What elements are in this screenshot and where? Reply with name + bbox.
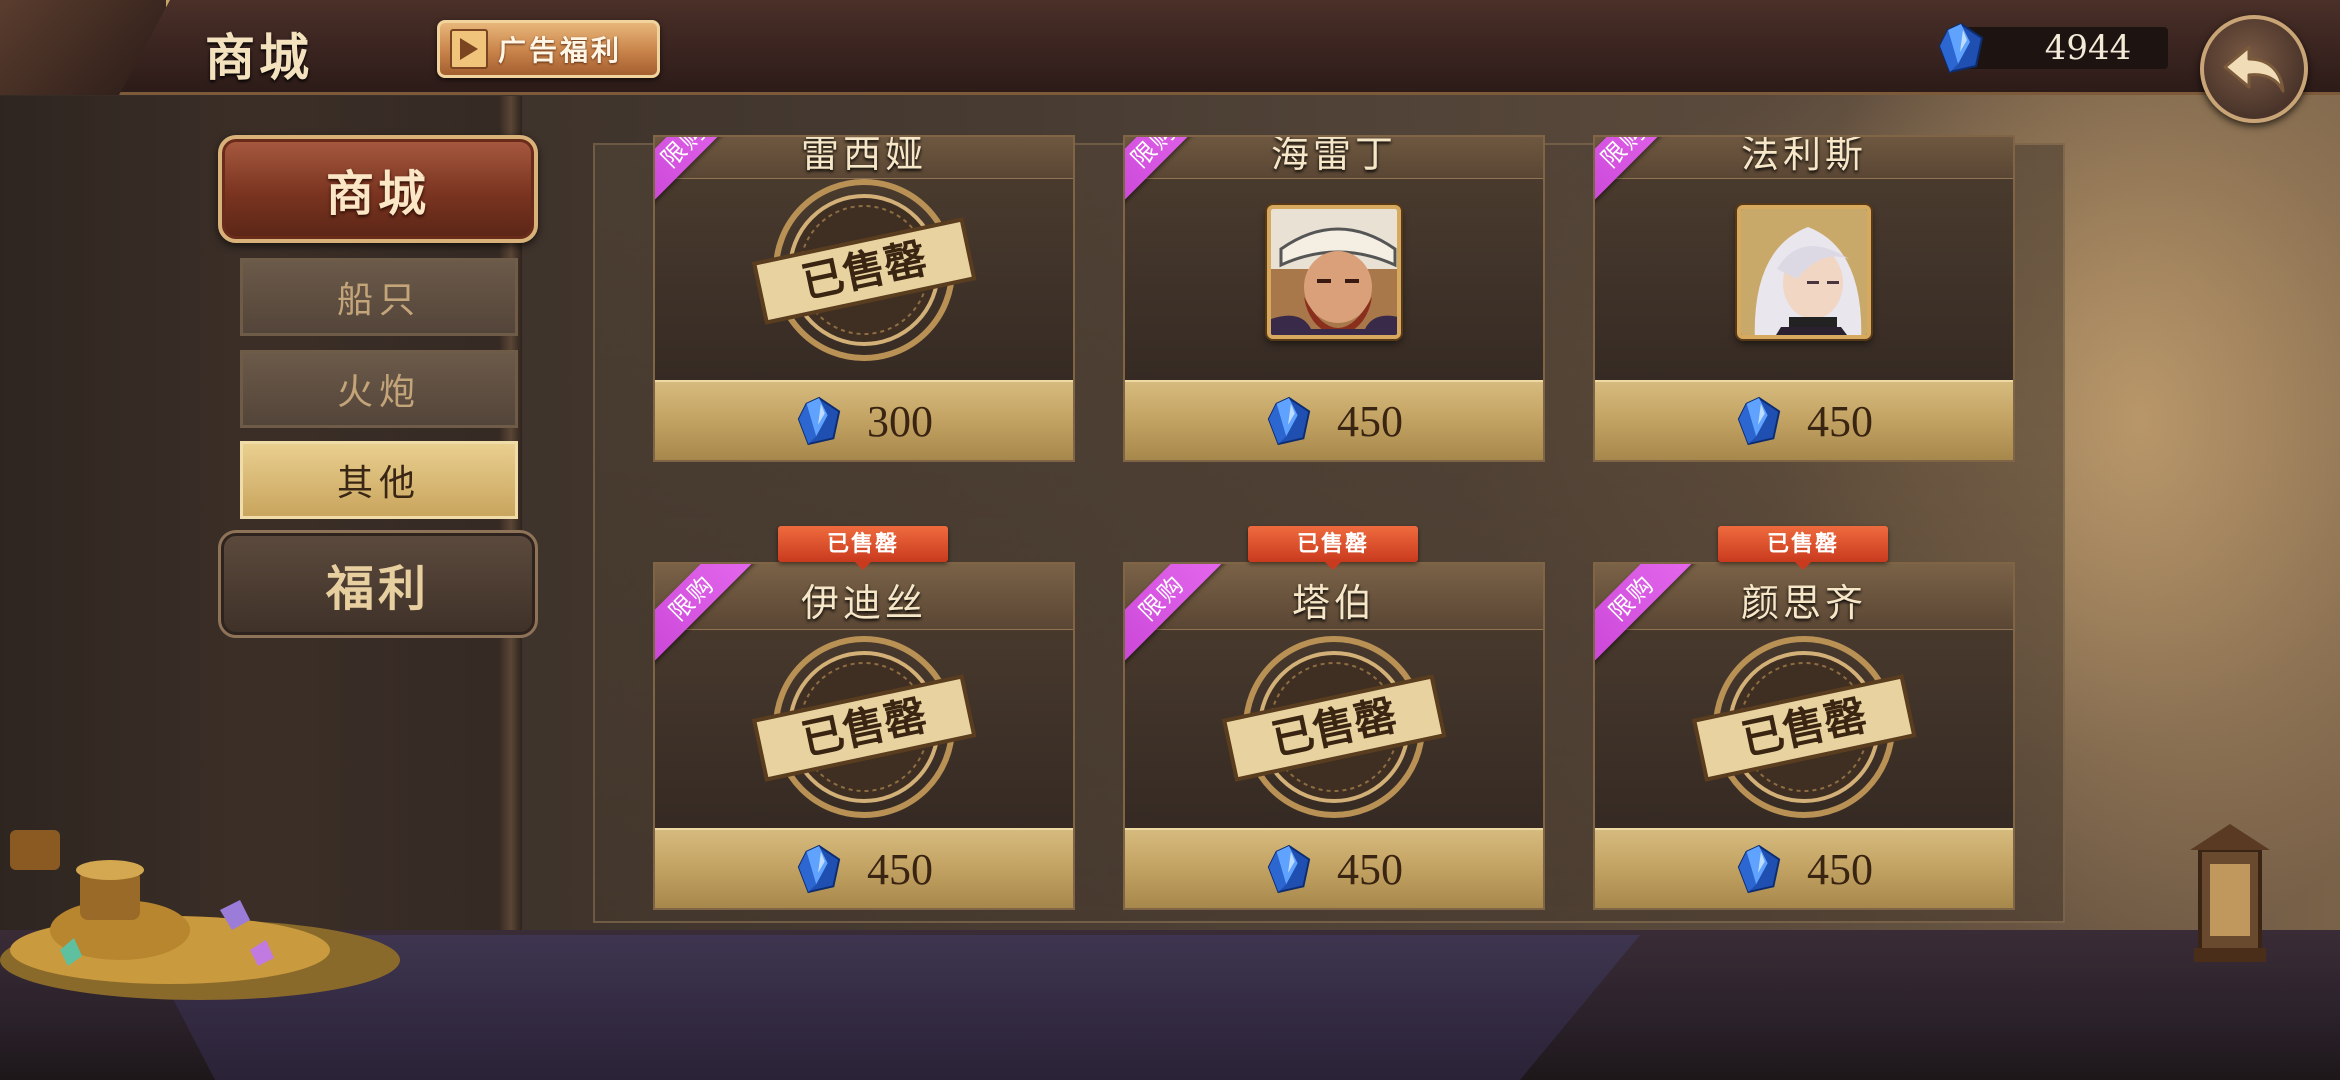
gem-icon [797, 844, 841, 894]
silver-hair-portrait-icon [1741, 209, 1867, 335]
gem-count: 4944 [2044, 28, 2132, 68]
game-scene: 商城 广告福利 4944 商城 船只 火炮 其他 福利 雷西娅 限购 已售罄 3… [0, 0, 2340, 1080]
subtab-ships[interactable]: 船只 [240, 258, 518, 336]
back-button[interactable] [2200, 15, 2308, 123]
tab-welfare[interactable]: 福利 [218, 530, 538, 638]
buy-button[interactable]: 450 [1595, 828, 2013, 908]
item-price: 450 [1807, 844, 1873, 894]
gem-icon [1267, 396, 1311, 446]
shop-item-card[interactable]: 塔伯 限购 已售罄 450 [1123, 562, 1545, 910]
item-name: 法利斯 [1740, 135, 1867, 176]
shop-item-card[interactable]: 海雷丁 限购 450 [1123, 135, 1545, 462]
item-price: 450 [1807, 396, 1873, 446]
shop-item-card[interactable]: 雷西娅 限购 已售罄 300 [653, 135, 1075, 462]
buy-button[interactable]: 450 [1595, 380, 2013, 460]
buy-button[interactable]: 450 [1125, 380, 1543, 460]
gem-icon [1737, 396, 1781, 446]
video-play-icon [450, 29, 488, 69]
page-title: 商城 [205, 28, 313, 87]
lantern-icon [2190, 824, 2270, 962]
gem-icon [797, 396, 841, 446]
gem-icon [1737, 844, 1781, 894]
item-price: 450 [1337, 396, 1403, 446]
top-bar-ornament [0, 0, 170, 95]
item-price: 450 [1337, 844, 1403, 894]
buy-button[interactable]: 450 [655, 828, 1073, 908]
item-price: 300 [867, 396, 933, 446]
item-name: 雷西娅 [800, 135, 927, 176]
sold-out-stamp-icon: 已售罄 [751, 179, 977, 361]
hero-portrait [1737, 205, 1871, 339]
buy-button[interactable]: 300 [655, 380, 1073, 460]
back-arrow-icon [2223, 45, 2285, 93]
ad-reward-button[interactable]: 广告福利 [437, 20, 660, 78]
captain-portrait-icon [1271, 209, 1397, 335]
sold-out-tag: 已售罄 [1248, 526, 1418, 570]
treasure-coins-icon [0, 830, 400, 1000]
sold-out-stamp-icon: 已售罄 [1221, 636, 1447, 818]
shop-item-card[interactable]: 伊迪丝 限购 已售罄 450 [653, 562, 1075, 910]
hero-portrait [1267, 205, 1401, 339]
gem-icon [1938, 22, 1984, 74]
tab-shop[interactable]: 商城 [218, 135, 538, 243]
sold-out-stamp-icon: 已售罄 [1691, 636, 1917, 818]
sold-out-tag: 已售罄 [1718, 526, 1888, 570]
sold-out-tag: 已售罄 [778, 526, 948, 570]
subtab-cannons[interactable]: 火炮 [240, 350, 518, 428]
item-name: 海雷丁 [1270, 135, 1397, 176]
gem-icon [1267, 844, 1311, 894]
shop-item-card[interactable]: 颜思齐 限购 已售罄 450 [1593, 562, 2015, 910]
shop-item-card[interactable]: 法利斯 限购 450 [1593, 135, 2015, 462]
ad-reward-label: 广告福利 [498, 34, 623, 67]
sold-out-stamp-icon: 已售罄 [751, 636, 977, 818]
subtab-other[interactable]: 其他 [240, 441, 518, 519]
buy-button[interactable]: 450 [1125, 828, 1543, 908]
item-price: 450 [867, 844, 933, 894]
